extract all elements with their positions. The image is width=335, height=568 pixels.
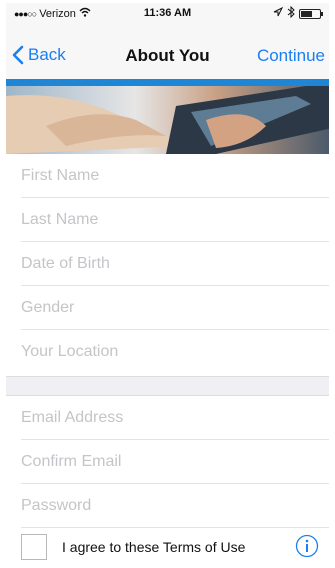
battery-icon: [299, 8, 323, 19]
phone-screen: ●●●○○ Verizon 11:36 AM Back About You Co…: [0, 0, 335, 568]
terms-label[interactable]: I agree to these Terms of Use: [62, 539, 245, 555]
password-field: [21, 484, 329, 528]
date-of-birth-field: [21, 242, 329, 286]
terms-checkbox[interactable]: [21, 534, 47, 560]
gender-field: [21, 286, 329, 330]
personal-info-section: [6, 154, 329, 376]
password-input[interactable]: [21, 484, 329, 527]
navigation-bar: Back About You Continue: [6, 23, 329, 79]
info-icon[interactable]: [295, 534, 319, 558]
gender-input[interactable]: [21, 286, 329, 329]
hero-image: [6, 86, 329, 154]
accent-stripe: [6, 79, 329, 86]
status-right: [273, 5, 323, 21]
continue-button[interactable]: Continue: [257, 46, 325, 66]
date-of-birth-input[interactable]: [21, 242, 329, 285]
location-arrow-icon: [273, 6, 284, 20]
confirm-email-field: [21, 440, 329, 484]
terms-row: I agree to these Terms of Use: [21, 528, 329, 566]
battery-fill: [301, 10, 312, 17]
last-name-field: [21, 198, 329, 242]
first-name-input[interactable]: [21, 154, 329, 197]
last-name-input[interactable]: [21, 198, 329, 241]
account-info-section: I agree to these Terms of Use: [6, 396, 329, 568]
first-name-field: [21, 154, 329, 198]
email-field: [21, 396, 329, 440]
email-input[interactable]: [21, 396, 329, 439]
bluetooth-icon: [287, 5, 295, 21]
status-bar: ●●●○○ Verizon 11:36 AM: [6, 3, 329, 23]
section-divider: [6, 376, 329, 396]
confirm-email-input[interactable]: [21, 440, 329, 483]
location-input[interactable]: [21, 330, 329, 374]
location-field: [21, 330, 329, 374]
